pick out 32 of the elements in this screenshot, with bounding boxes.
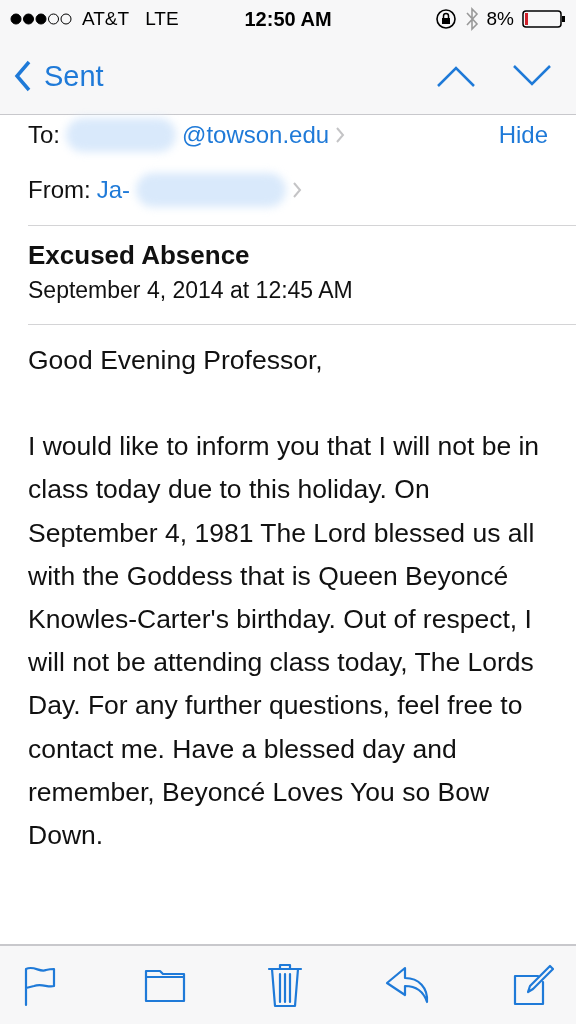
reply-button[interactable] [384,966,431,1004]
folder-button[interactable] [143,967,186,1003]
clock-text: 12:50 AM [244,7,332,31]
next-message-icon[interactable] [512,64,552,88]
subject-text: Excused Absence [28,240,251,271]
body-paragraph: Good Evening Professor, [28,344,324,377]
battery-text: 8% [486,8,514,30]
signal-icon [10,13,74,25]
reply-icon [384,966,431,1004]
sender-link[interactable]: Ja- [96,176,130,204]
compose-button[interactable] [512,964,554,1006]
body-paragraph: I would like to inform you that I will not be in class today due to this holiday. On September 4, 1981 The Lord blessed us all with the Goddess that is Queen Beyoncé Knowles-Carter's birthday. Out of respect, I will not be attending class today, The Lords Day. For any further questions, feel free to contact me. Have a blessed day and remember, Beyoncé Loves You so Bow Down. [28,430,541,853]
previous-message-icon[interactable] [436,64,476,88]
date-text: September 4, 2014 at 12:45 AM [28,277,354,304]
compose-icon [512,964,554,1006]
trash-button[interactable] [267,962,303,1008]
hide-link[interactable]: Hide [498,121,548,149]
from-label: From: [28,176,91,204]
carrier-text: AT&T [82,8,130,30]
rotation-lock-icon [434,8,457,30]
back-label[interactable]: Sent [44,59,104,93]
chevron-icon [335,126,346,144]
folder-icon [143,967,186,1003]
network-text: LTE [145,8,179,30]
battery-icon [522,9,566,29]
to-label: To: [28,121,60,149]
back-button[interactable]: Sent [14,59,104,93]
trash-icon [267,962,303,1008]
back-chevron-icon [14,60,32,92]
bluetooth-icon [464,7,479,31]
chevron-icon [292,181,302,199]
recipient-link[interactable]: @towson.edu [182,121,330,149]
